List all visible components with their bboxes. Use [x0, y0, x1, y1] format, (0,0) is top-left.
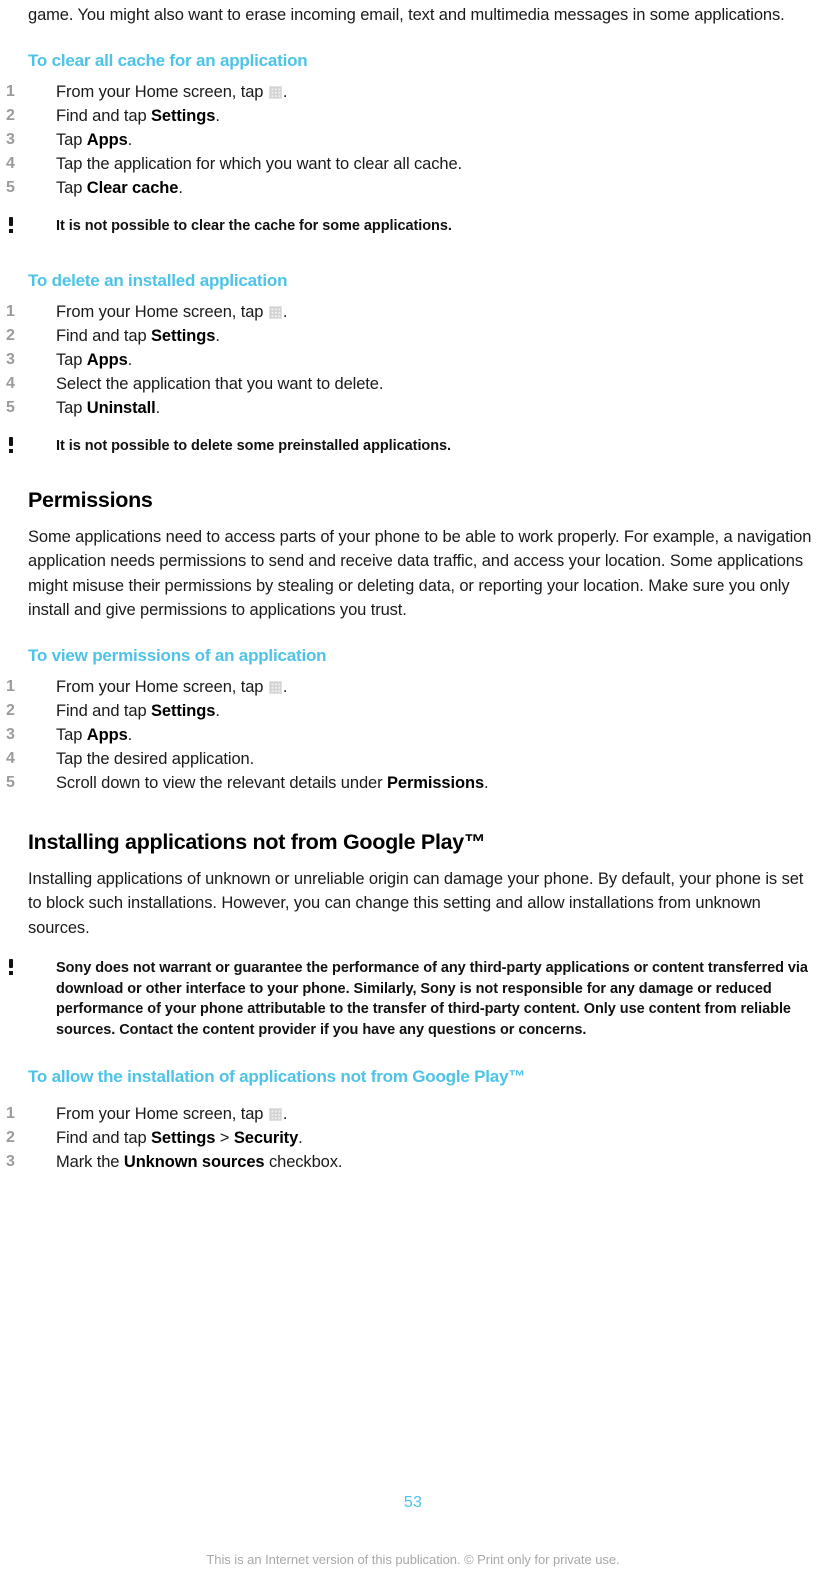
- heading-view-permissions: To view permissions of an application: [28, 645, 327, 665]
- step-item: Tap Clear cache.: [6, 176, 814, 200]
- ui-label-settings: Settings: [151, 106, 216, 125]
- note-text: It is not possible to delete some preins…: [56, 438, 452, 454]
- page-number: 53: [403, 1494, 423, 1511]
- step-text-suffix: .: [215, 106, 220, 125]
- step-text-prefix: Tap: [56, 399, 87, 417]
- ui-label-unknown-sources: Unknown sources: [123, 1153, 265, 1171]
- step-item: Scroll down to view the relevant details…: [6, 771, 814, 795]
- warning-exclamation-icon: [6, 958, 20, 978]
- step-text-suffix: .: [127, 351, 133, 369]
- ui-label-permissions: Permissions: [386, 773, 485, 792]
- warning-exclamation-icon: [6, 216, 20, 236]
- warning-exclamation-icon: [6, 436, 20, 456]
- step-text-prefix: Scroll down to view the relevant details…: [56, 773, 387, 792]
- steps-allow-installation: From your Home screen, tap . Find and ta…: [6, 1102, 814, 1174]
- step-text-suffix: .: [282, 82, 288, 101]
- step-text-prefix: From your Home screen, tap: [56, 303, 268, 321]
- step-item: From your Home screen, tap .: [6, 300, 814, 324]
- step-text-prefix: Tap the application for which you want t…: [56, 154, 463, 173]
- ui-label-settings: Settings: [151, 1129, 216, 1147]
- note-text: Sony does not warrant or guarantee the p…: [56, 960, 808, 1038]
- step-item: Find and tap Settings.: [6, 104, 814, 128]
- step-text-prefix: Find and tap: [56, 327, 152, 345]
- document-page: game. You might also want to erase incom…: [0, 0, 826, 1590]
- step-text-suffix: .: [282, 1105, 288, 1123]
- permissions-paragraph: Some applications need to access parts o…: [28, 527, 812, 620]
- step-item: Tap Apps.: [6, 348, 814, 372]
- footer-copyright-note: This is an Internet version of this publ…: [206, 1552, 620, 1567]
- step-text-suffix: .: [484, 773, 489, 792]
- step-item: Tap Uninstall.: [6, 396, 814, 420]
- step-item: Select the application that you want to …: [6, 372, 814, 396]
- ui-label-uninstall: Uninstall: [86, 399, 156, 417]
- step-text-prefix: Find and tap: [56, 701, 152, 720]
- step-text-suffix: .: [215, 701, 220, 720]
- step-text-suffix: .: [155, 399, 161, 417]
- note-delete-application: It is not possible to delete some preins…: [9, 436, 814, 457]
- steps-view-permissions: From your Home screen, tap . Find and ta…: [6, 675, 814, 795]
- step-text-prefix: From your Home screen, tap: [56, 677, 268, 696]
- step-item: Tap the application for which you want t…: [6, 152, 814, 176]
- step-text-prefix: Mark the: [56, 1153, 124, 1171]
- step-item: Tap the desired application.: [6, 747, 814, 771]
- step-text-prefix: Find and tap: [56, 106, 152, 125]
- step-item: Find and tap Settings.: [6, 324, 814, 348]
- step-text-prefix: Find and tap: [56, 1129, 152, 1147]
- step-text-suffix: .: [282, 677, 288, 696]
- step-text-prefix: From your Home screen, tap: [56, 82, 268, 101]
- section-heading-installing-not-google-play: Installing applications not from Google …: [28, 829, 486, 854]
- step-text-prefix: Tap: [56, 130, 87, 149]
- intro-paragraph: game. You might also want to erase incom…: [28, 6, 785, 24]
- ui-label-security: Security: [233, 1129, 299, 1147]
- step-separator: >: [215, 1129, 234, 1147]
- step-text-suffix: checkbox.: [264, 1153, 343, 1171]
- app-grid-icon: [268, 306, 282, 319]
- app-grid-icon: [268, 1108, 282, 1121]
- step-text-prefix: From your Home screen, tap: [56, 1105, 268, 1123]
- step-text-suffix: .: [282, 303, 288, 321]
- step-item: Mark the Unknown sources checkbox.: [6, 1150, 814, 1174]
- step-item: Find and tap Settings > Security.: [6, 1126, 814, 1150]
- step-text-prefix: Tap: [56, 351, 87, 369]
- ui-label-clear-cache: Clear cache: [86, 178, 179, 197]
- ui-label-apps: Apps: [86, 130, 128, 149]
- step-text-suffix: .: [178, 178, 183, 197]
- step-text-suffix: .: [298, 1129, 303, 1147]
- note-text: It is not possible to clear the cache fo…: [56, 217, 452, 234]
- step-text-prefix: Tap the desired application.: [56, 749, 255, 768]
- step-item: Find and tap Settings.: [6, 699, 814, 723]
- step-item: From your Home screen, tap .: [6, 80, 814, 104]
- ui-label-apps: Apps: [86, 351, 128, 369]
- heading-clear-all-cache: To clear all cache for an application: [28, 50, 308, 70]
- step-text-prefix: Tap: [56, 725, 87, 744]
- step-text-prefix: Tap: [56, 178, 87, 197]
- step-item: Tap Apps.: [6, 128, 814, 152]
- ui-label-apps: Apps: [86, 725, 128, 744]
- step-item: Tap Apps.: [6, 723, 814, 747]
- step-text-prefix: Select the application that you want to …: [56, 375, 384, 393]
- note-sony-disclaimer: Sony does not warrant or guarantee the p…: [9, 958, 814, 1040]
- app-grid-icon: [268, 85, 282, 99]
- heading-allow-installation: To allow the installation of application…: [28, 1067, 526, 1086]
- step-text-suffix: .: [215, 327, 220, 345]
- ui-label-settings: Settings: [151, 327, 216, 345]
- heading-delete-installed-application: To delete an installed application: [28, 271, 288, 290]
- step-item: From your Home screen, tap .: [6, 1102, 814, 1126]
- step-text-suffix: .: [127, 130, 133, 149]
- steps-delete-application: From your Home screen, tap . Find and ta…: [6, 300, 814, 420]
- ui-label-settings: Settings: [151, 701, 216, 720]
- step-text-suffix: .: [127, 725, 133, 744]
- step-item: From your Home screen, tap .: [6, 675, 814, 699]
- installing-paragraph: Installing applications of unknown or un…: [28, 869, 804, 937]
- note-clear-cache: It is not possible to clear the cache fo…: [9, 216, 814, 237]
- section-heading-permissions: Permissions: [28, 487, 153, 512]
- app-grid-icon: [268, 680, 282, 694]
- steps-clear-cache: From your Home screen, tap . Find and ta…: [6, 80, 814, 200]
